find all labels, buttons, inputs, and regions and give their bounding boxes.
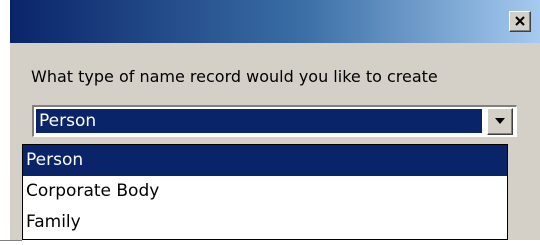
name-type-combobox[interactable]: Person	[32, 105, 517, 137]
background-strip	[0, 240, 540, 245]
name-type-prompt: What type of name record would you like …	[31, 67, 438, 86]
option-family[interactable]: Family	[23, 207, 507, 238]
name-type-dropdown-list[interactable]: Person Corporate Body Family	[22, 144, 508, 240]
close-icon	[515, 16, 525, 26]
option-person[interactable]: Person	[23, 145, 507, 176]
combobox-dropdown-button[interactable]	[487, 108, 513, 135]
close-button[interactable]	[509, 11, 531, 32]
dialog-titlebar[interactable]	[10, 0, 540, 43]
chevron-down-icon	[495, 118, 505, 124]
option-corporate-body[interactable]: Corporate Body	[23, 176, 507, 207]
combobox-selected-value[interactable]: Person	[36, 109, 482, 133]
